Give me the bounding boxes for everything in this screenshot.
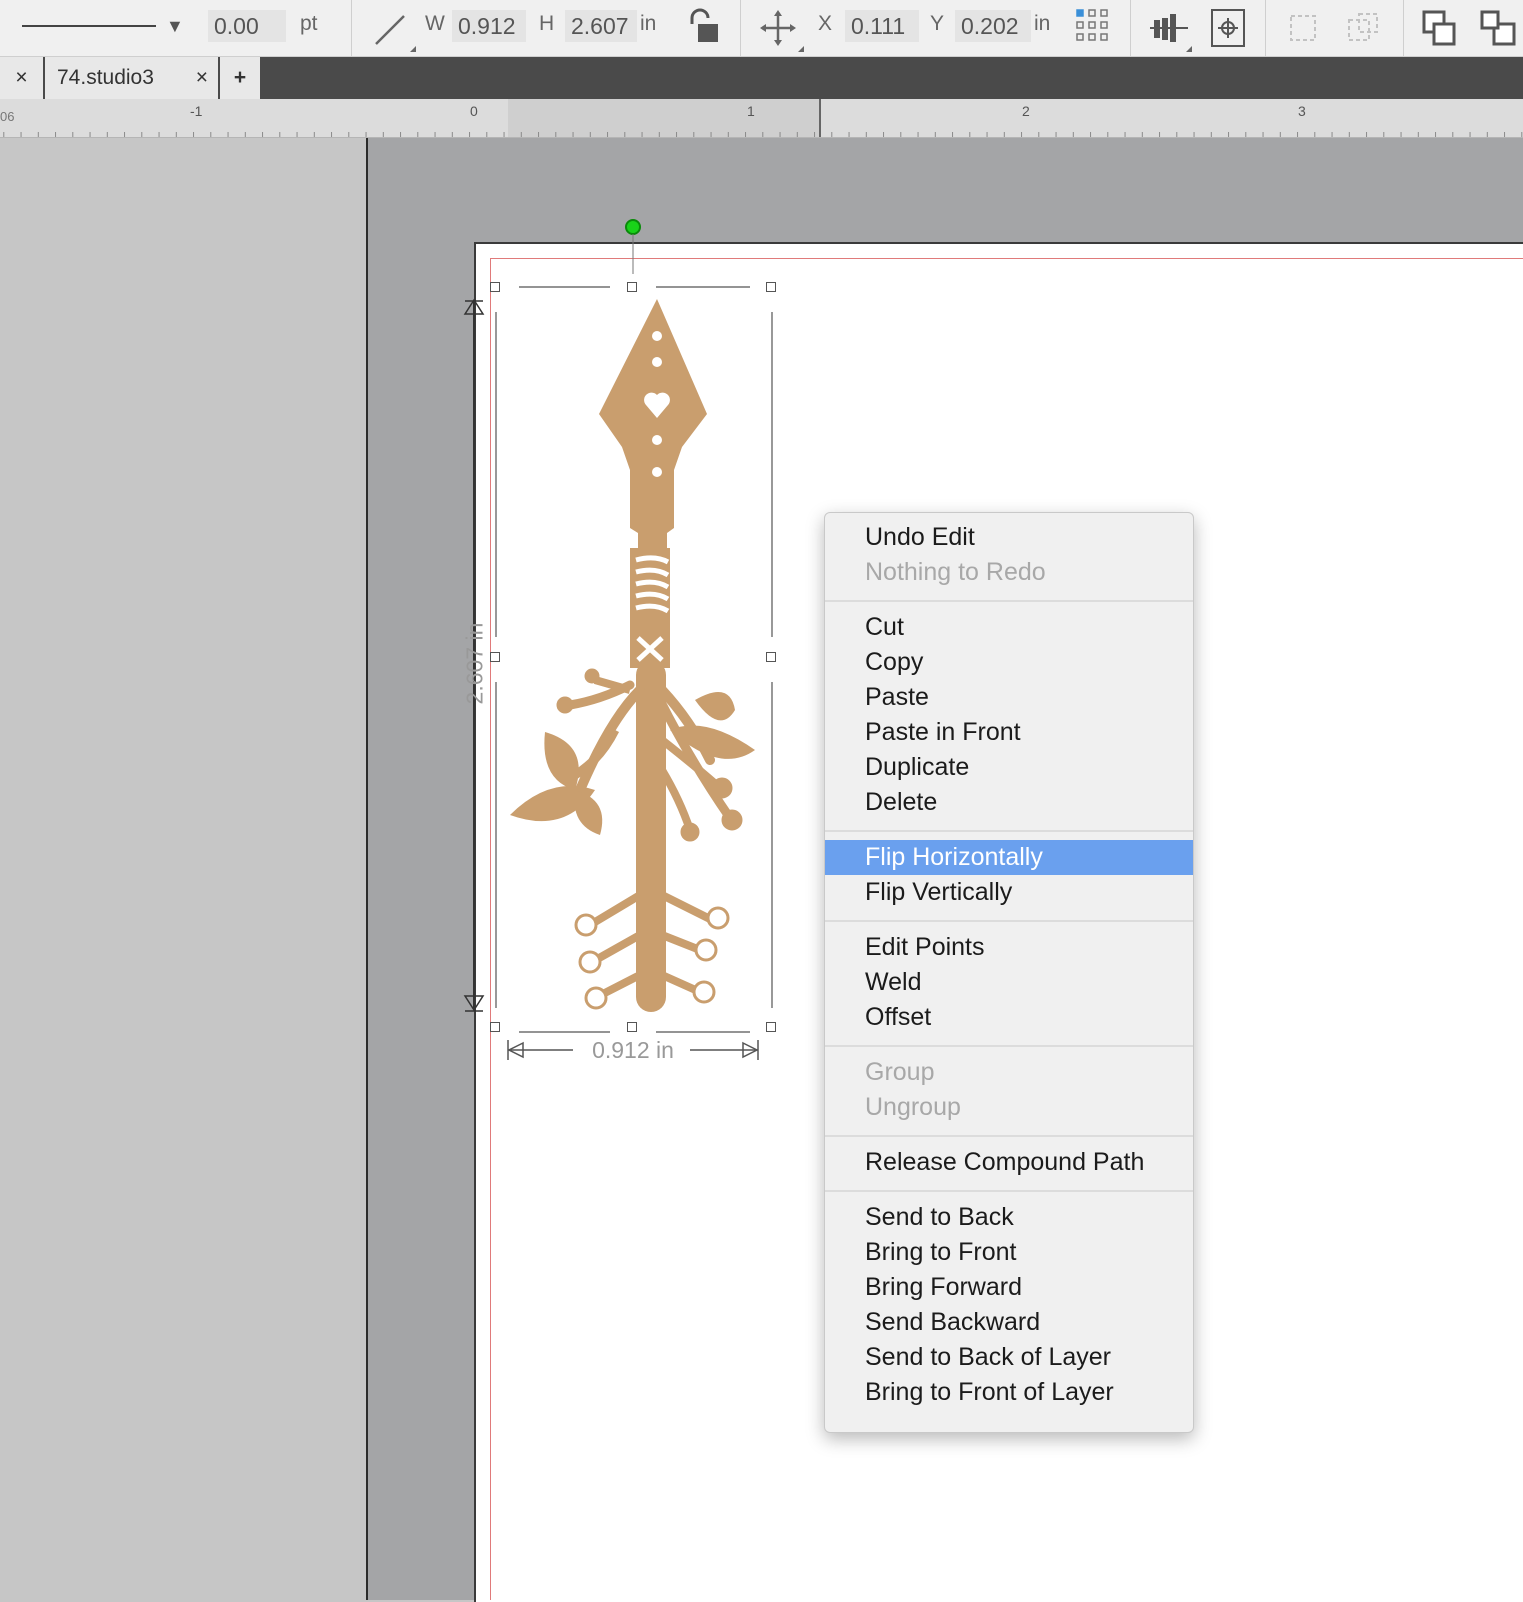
line-style-dropdown-icon[interactable]: ▼ <box>166 16 184 37</box>
menu-item-undo-edit[interactable]: Undo Edit <box>825 520 1193 555</box>
position-unit: in <box>1034 12 1051 35</box>
height-label: H <box>539 12 555 35</box>
ungroup-disabled-icon[interactable] <box>1345 10 1383 48</box>
ruler-label: 2 <box>1022 103 1030 119</box>
width-label: W <box>425 12 445 35</box>
menu-item-group: Group <box>865 1058 935 1086</box>
close-tab-icon[interactable]: × <box>196 57 208 99</box>
menu-item-release-compound-path[interactable]: Release Compound Path <box>825 1145 1193 1180</box>
lock-aspect-icon[interactable] <box>686 8 722 46</box>
menu-separator <box>825 920 1193 922</box>
height-dimension-label: 2.607 in <box>461 622 488 705</box>
menu-item-paste-in-front[interactable]: Paste in Front <box>825 715 1193 750</box>
align-icon[interactable] <box>1148 8 1192 52</box>
menu-separator <box>825 830 1193 832</box>
size-unit: in <box>640 12 657 35</box>
document-tab-label: 74.studio3 <box>57 66 154 89</box>
menu-item-send-to-back-of-layer[interactable]: Send to Back of Layer <box>825 1340 1193 1375</box>
bring-to-front-icon[interactable] <box>1420 8 1460 50</box>
menu-item-edit-points[interactable]: Edit Points <box>825 930 1193 965</box>
menu-item-flip-horizontally[interactable]: Flip Horizontally <box>825 840 1193 875</box>
rotate-handle[interactable] <box>625 219 641 235</box>
menu-separator <box>825 1190 1193 1192</box>
left-workspace <box>0 138 367 1600</box>
menu-item-delete[interactable]: Delete <box>825 785 1193 820</box>
ruler-label: 1 <box>747 103 755 119</box>
y-input[interactable]: 0.202 <box>955 10 1031 42</box>
line-style-preview[interactable] <box>22 25 156 27</box>
toolbar: ▼ 0.00 pt W 0.912 H 2.607 in X 0.111 Y 0… <box>0 0 1523 57</box>
selection-handle-nw[interactable] <box>490 282 500 292</box>
menu-separator <box>825 600 1193 602</box>
selection-handle-sw[interactable] <box>490 1022 500 1032</box>
selection-handle-se[interactable] <box>766 1022 776 1032</box>
selection-handle-w[interactable] <box>490 652 500 662</box>
menu-item-send-backward[interactable]: Send Backward <box>825 1305 1193 1340</box>
selection-handle-s[interactable] <box>627 1022 637 1032</box>
group-disabled-icon[interactable] <box>1285 10 1323 48</box>
menu-item-send-to-back[interactable]: Send to Back <box>825 1200 1193 1235</box>
menu-separator <box>825 1135 1193 1137</box>
width-input[interactable]: 0.912 <box>452 10 526 42</box>
menu-item-duplicate[interactable]: Duplicate <box>825 750 1193 785</box>
close-left-tab-button[interactable]: × <box>0 57 43 99</box>
x-label: X <box>818 12 833 35</box>
ruler-label: 0 <box>470 103 478 119</box>
line-tool-icon[interactable] <box>370 8 416 54</box>
menu-item-bring-forward[interactable]: Bring Forward <box>825 1270 1193 1305</box>
ruler-selection-range <box>508 99 820 137</box>
move-icon[interactable] <box>760 8 804 52</box>
ruler-label: 3 <box>1298 103 1306 119</box>
add-tab-button[interactable]: + <box>220 57 260 99</box>
menu-item-ungroup: Ungroup <box>865 1093 961 1121</box>
menu-item-nothing-to-redo: Nothing to Redo <box>865 558 1046 586</box>
line-width-input[interactable]: 0.00 <box>208 10 286 42</box>
menu-item-cut[interactable]: Cut <box>825 610 1193 645</box>
ruler-label: -1 <box>190 103 203 119</box>
line-width-unit: pt <box>300 12 318 35</box>
reference-point-grid-icon[interactable] <box>1075 8 1113 46</box>
menu-item-weld[interactable]: Weld <box>825 965 1193 1000</box>
menu-item-copy[interactable]: Copy <box>825 645 1193 680</box>
center-to-page-icon[interactable] <box>1210 8 1250 50</box>
horizontal-ruler: 06 -1 0 1 2 3 <box>0 99 1523 138</box>
context-menu: Undo Edit Nothing to Redo Cut Copy Paste Past… <box>824 512 1194 1433</box>
menu-item-paste[interactable]: Paste <box>825 680 1193 715</box>
x-input[interactable]: 0.111 <box>845 10 919 42</box>
menu-item-offset[interactable]: Offset <box>825 1000 1193 1035</box>
menu-item-bring-to-front[interactable]: Bring to Front <box>825 1235 1193 1270</box>
y-label: Y <box>930 12 945 35</box>
document-tab[interactable]: 74.studio3 × <box>45 57 218 99</box>
tab-bar: × 74.studio3 × + <box>0 57 1523 99</box>
send-to-back-icon[interactable] <box>1478 8 1522 50</box>
arrow-artwork[interactable] <box>500 290 770 1020</box>
ruler-label: 06 <box>0 109 15 124</box>
menu-item-flip-vertically[interactable]: Flip Vertically <box>825 875 1193 910</box>
width-dimension-label: 0.912 in <box>592 1037 674 1063</box>
menu-separator <box>825 1045 1193 1047</box>
ruler-ticks <box>3 99 1523 137</box>
menu-item-bring-to-front-of-layer[interactable]: Bring to Front of Layer <box>825 1375 1193 1410</box>
height-input[interactable]: 2.607 <box>565 10 637 42</box>
